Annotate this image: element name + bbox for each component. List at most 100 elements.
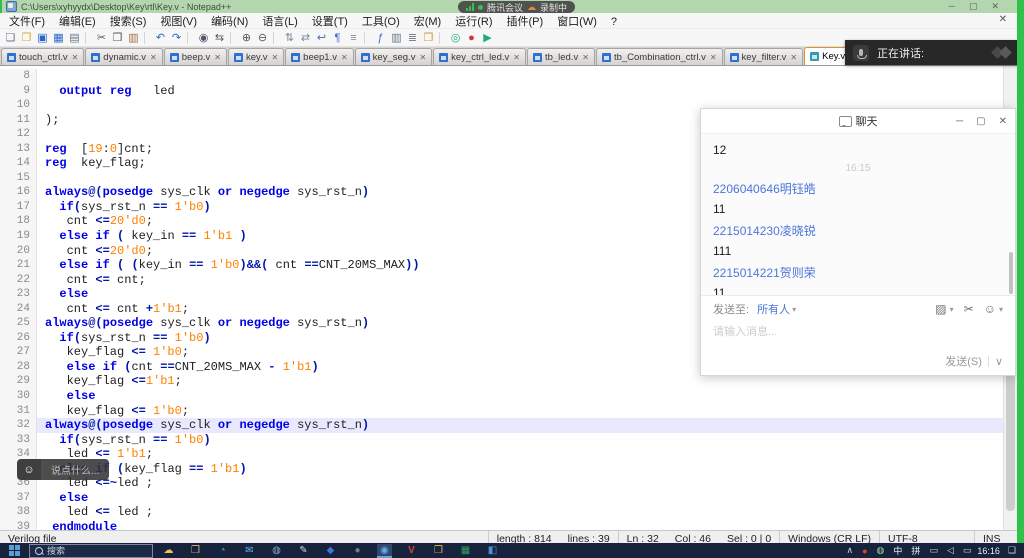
maximize-button[interactable]: ▢ <box>969 1 978 12</box>
menu-item-8[interactable]: 宏(M) <box>407 16 449 28</box>
tablet-mode-icon[interactable]: ▭ <box>929 545 938 556</box>
weather-widget-taskbar-icon[interactable]: ☁ <box>161 544 176 558</box>
close-tab-icon[interactable]: ✕ <box>340 53 348 62</box>
file-transfer-icon-caret[interactable]: ▾ <box>950 305 954 314</box>
notification-icon[interactable]: ❑ <box>1008 545 1016 556</box>
sphere-app-taskbar-icon[interactable]: ● <box>350 544 365 558</box>
new-file-icon[interactable]: ❏ <box>3 31 18 45</box>
menu-item-7[interactable]: 工具(O) <box>355 16 407 28</box>
close-tab-icon[interactable]: ✕ <box>789 53 797 62</box>
file-transfer-icon[interactable]: ▨ <box>935 302 946 316</box>
ime-language[interactable]: 中 <box>893 544 902 557</box>
folder-workspace-icon[interactable]: ❒ <box>421 31 436 45</box>
minimize-button[interactable]: ─ <box>949 1 955 12</box>
shield-app-taskbar-icon[interactable]: ◆ <box>323 544 338 558</box>
copy-icon[interactable]: ❐ <box>110 31 125 45</box>
file-explorer-taskbar-icon[interactable]: ❒ <box>188 544 203 558</box>
menu-item-1[interactable]: 编辑(E) <box>52 16 103 28</box>
chat-scrollbar-thumb[interactable] <box>1009 252 1013 294</box>
find-icon[interactable]: ◉ <box>196 31 211 45</box>
tab-key_seg.v[interactable]: key_seg.v✕ <box>355 48 432 65</box>
tab-key.v[interactable]: key.v✕ <box>228 48 284 65</box>
chevron-up-icon[interactable]: ∧ <box>847 545 854 556</box>
play-macro-icon[interactable]: ▶ <box>480 31 495 45</box>
mention-icon-caret[interactable]: ▾ <box>999 305 1003 314</box>
status-red-icon[interactable]: ● <box>862 546 867 556</box>
send-options-caret-icon[interactable]: ∨ <box>995 355 1003 368</box>
chat-maximize-button[interactable]: ▢ <box>976 116 985 127</box>
redo-icon[interactable]: ↷ <box>169 31 184 45</box>
record-macro-icon[interactable]: ● <box>464 31 479 45</box>
send-button[interactable]: 发送(S) <box>945 353 982 369</box>
menu-item-4[interactable]: 编码(N) <box>204 16 255 28</box>
show-all-chars-icon[interactable]: ¶ <box>330 31 345 45</box>
notepad-app-taskbar-icon[interactable]: ✎ <box>296 544 311 558</box>
volume-icon[interactable]: ◁ <box>947 545 954 556</box>
send-to-caret-icon[interactable]: ▾ <box>792 305 796 314</box>
save-all-icon[interactable]: ▦ <box>51 31 66 45</box>
tab-beep.v[interactable]: beep.v✕ <box>164 48 227 65</box>
tab-beep1.v[interactable]: beep1.v✕ <box>285 48 354 65</box>
folder-app-taskbar-icon[interactable]: ❒ <box>431 544 446 558</box>
indent-guide-icon[interactable]: ≡ <box>346 31 361 45</box>
menu-item-12[interactable]: ? <box>604 16 624 28</box>
quick-chat-widget[interactable]: ☺ 说点什么... <box>17 459 109 480</box>
mention-icon[interactable]: ☺ <box>984 302 996 316</box>
doc-map-icon[interactable]: ▥ <box>389 31 404 45</box>
menu-item-6[interactable]: 设置(T) <box>305 16 355 28</box>
close-button[interactable]: ✕ <box>991 1 999 12</box>
menu-item-10[interactable]: 插件(P) <box>500 16 551 28</box>
menu-item-11[interactable]: 窗口(W) <box>550 16 604 28</box>
ime-mode[interactable]: 拼 <box>911 544 920 557</box>
edge-browser-taskbar-icon[interactable]: ◔ <box>215 544 230 558</box>
menu-item-0[interactable]: 文件(F) <box>2 16 52 28</box>
start-button[interactable] <box>9 545 20 556</box>
tab-dynamic.v[interactable]: dynamic.v✕ <box>85 48 162 65</box>
taskbar-search[interactable]: 搜索 <box>29 544 153 558</box>
zoom-in-icon[interactable]: ⊕ <box>239 31 254 45</box>
quick-chat-placeholder[interactable]: 说点什么... <box>41 459 109 480</box>
vl-app-taskbar-icon[interactable]: V <box>404 544 419 558</box>
taskbar-clock[interactable]: 16:16 <box>977 546 1000 556</box>
now-speaking-panel[interactable]: 正在讲话: <box>845 40 1024 65</box>
sync-vertical-icon[interactable]: ⇅ <box>282 31 297 45</box>
wps-app-taskbar-icon[interactable]: ◧ <box>485 544 500 558</box>
close-tab-icon[interactable]: ✕ <box>71 53 79 62</box>
chat-close-button[interactable]: ✕ <box>999 116 1007 127</box>
tab-key_filter.v[interactable]: key_filter.v✕ <box>724 48 804 65</box>
screenshot-icon[interactable]: ✂ <box>964 302 974 316</box>
close-tab-icon[interactable]: ✕ <box>270 53 278 62</box>
tab-tb_Combination_ctrl.v[interactable]: tb_Combination_ctrl.v✕ <box>596 48 723 65</box>
paste-icon[interactable]: ▥ <box>126 31 141 45</box>
close-tab-icon[interactable]: ✕ <box>213 53 221 62</box>
save-file-icon[interactable]: ▣ <box>35 31 50 45</box>
dell-app-taskbar-icon[interactable]: ◍ <box>269 544 284 558</box>
function-list-icon[interactable]: ƒ <box>373 31 388 45</box>
close-tab-icon[interactable]: ✕ <box>418 53 426 62</box>
send-to-dropdown[interactable]: 所有人 <box>757 301 790 317</box>
battery-icon[interactable]: ▭ <box>963 545 972 556</box>
menu-item-9[interactable]: 运行(R) <box>448 16 499 28</box>
zoom-out-icon[interactable]: ⊖ <box>255 31 270 45</box>
monitoring-icon[interactable]: ◎ <box>448 31 463 45</box>
open-folder-icon[interactable]: ❒ <box>19 31 34 45</box>
emoji-icon[interactable]: ☺ <box>17 459 41 480</box>
excel-app-taskbar-icon[interactable]: ▦ <box>458 544 473 558</box>
menu-item-3[interactable]: 视图(V) <box>153 16 204 28</box>
replace-icon[interactable]: ⇆ <box>212 31 227 45</box>
tab-touch_ctrl.v[interactable]: touch_ctrl.v✕ <box>1 48 84 65</box>
menu-item-2[interactable]: 搜索(S) <box>103 16 154 28</box>
close-tab-icon[interactable]: ✕ <box>709 53 717 62</box>
close-tab-icon[interactable]: ✕ <box>581 53 589 62</box>
chat-message-list[interactable]: 1216:152206040646明钰皓112215014230凌晓锐11122… <box>701 134 1015 295</box>
undo-icon[interactable]: ↶ <box>153 31 168 45</box>
menu-item-5[interactable]: 语言(L) <box>255 16 304 28</box>
chat-input[interactable]: 请输入消息... <box>713 317 1003 353</box>
meeting-status-pill[interactable]: 腾讯会议 ☁ 录制中 <box>458 1 575 13</box>
doc-list-icon[interactable]: ≣ <box>405 31 420 45</box>
tab-tb_led.v[interactable]: tb_led.v✕ <box>527 48 595 65</box>
chat-minimize-button[interactable]: ─ <box>956 116 963 127</box>
print-icon[interactable]: ▤ <box>67 31 82 45</box>
word-wrap-icon[interactable]: ↩ <box>314 31 329 45</box>
close-tab-icon[interactable]: ✕ <box>149 53 157 62</box>
